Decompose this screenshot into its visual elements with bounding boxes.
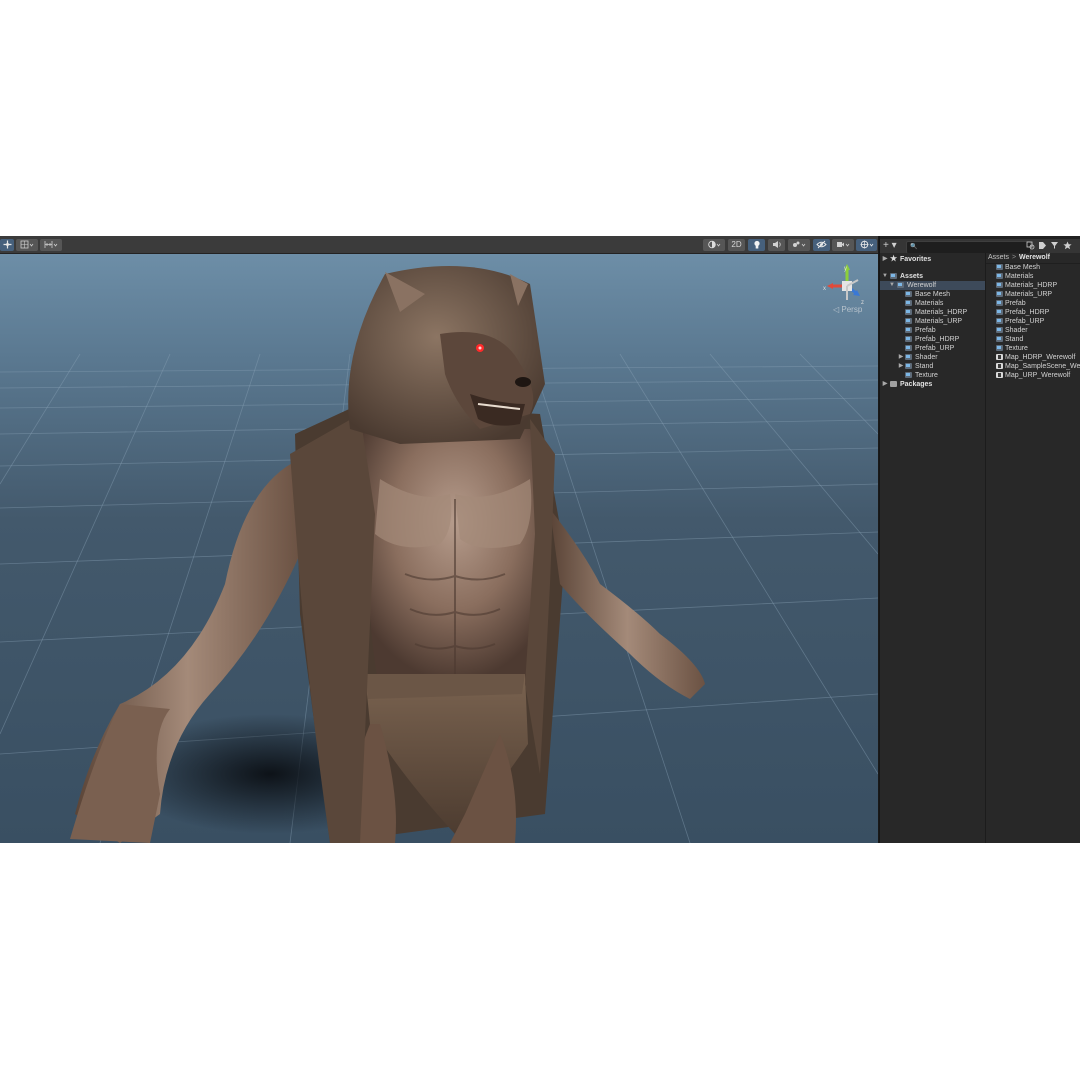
list-item[interactable]: Shader — [986, 326, 1080, 335]
scene-toolbar: 2D — [0, 236, 878, 254]
tree-item[interactable]: Materials_URP — [880, 317, 985, 326]
tree-item[interactable]: Prefab — [880, 326, 985, 335]
search-by-label-icon[interactable] — [1037, 241, 1047, 251]
folder-icon — [996, 291, 1003, 297]
collapse-arrow-icon[interactable]: ▼ — [889, 281, 895, 290]
folder-icon — [905, 354, 912, 360]
folder-icon — [905, 363, 912, 369]
projection-toggle[interactable]: ◁ Persp — [833, 305, 862, 314]
unity-editor: 2D y x z ◁ Persp + ▾ 🔍 ▶ ★ Favorites ▼ A… — [0, 236, 1080, 843]
folder-icon — [905, 300, 912, 306]
tree-item[interactable]: Texture — [880, 371, 985, 380]
asset-content-list: Assets > Werewolf Base Mesh Materials Ma… — [986, 253, 1080, 843]
folder-icon — [905, 345, 912, 351]
list-item[interactable]: Materials — [986, 272, 1080, 281]
list-item[interactable]: Prefab_URP — [986, 317, 1080, 326]
folder-icon — [905, 327, 912, 333]
expand-arrow-icon[interactable]: ▶ — [882, 380, 888, 389]
grid-snap-icon[interactable] — [16, 239, 38, 251]
folder-icon — [890, 381, 897, 387]
gizmo-x-label: x — [823, 286, 826, 292]
unity-scene-icon — [996, 363, 1003, 369]
folder-icon — [996, 264, 1003, 270]
tree-item[interactable]: Materials_HDRP — [880, 308, 985, 317]
folder-icon — [996, 282, 1003, 288]
folder-tree: ▶ ★ Favorites ▼ Assets ▼ Werewolf Base M… — [880, 253, 986, 843]
folder-icon — [996, 327, 1003, 333]
folder-icon — [996, 300, 1003, 306]
tool-handle-icon[interactable] — [0, 239, 14, 251]
tree-item[interactable]: ▶ Shader — [880, 353, 985, 362]
list-item[interactable]: Stand — [986, 335, 1080, 344]
list-item[interactable]: Prefab — [986, 299, 1080, 308]
breadcrumb-assets[interactable]: Assets — [988, 253, 1009, 263]
folder-icon — [996, 318, 1003, 324]
list-item[interactable]: Prefab_HDRP — [986, 308, 1080, 317]
shading-mode-icon[interactable] — [703, 239, 725, 251]
expand-arrow-icon[interactable]: ▶ — [882, 255, 888, 264]
folder-icon — [996, 273, 1003, 279]
folder-icon — [897, 282, 904, 288]
tree-werewolf[interactable]: ▼ Werewolf — [880, 281, 985, 290]
list-item[interactable]: Map_URP_Werewolf — [986, 371, 1080, 380]
expand-arrow-icon[interactable]: ▶ — [898, 353, 904, 362]
list-item[interactable]: Texture — [986, 344, 1080, 353]
folder-icon — [996, 309, 1003, 315]
list-item[interactable]: Map_HDRP_Werewolf — [986, 353, 1080, 362]
expand-arrow-icon[interactable]: ▶ — [898, 362, 904, 371]
audio-speaker-icon[interactable] — [768, 239, 785, 251]
folder-icon — [905, 336, 912, 342]
folder-icon — [890, 273, 897, 279]
tree-favorites[interactable]: ▶ ★ Favorites — [880, 255, 985, 264]
increment-snap-icon[interactable] — [40, 239, 62, 251]
tree-packages[interactable]: ▶ Packages — [880, 380, 985, 389]
tree-item[interactable]: Materials — [880, 299, 985, 308]
hidden-eye-icon[interactable] — [813, 239, 830, 251]
collapse-arrow-icon[interactable]: ▼ — [882, 272, 888, 281]
star-icon: ★ — [890, 254, 898, 263]
effects-icon[interactable] — [788, 239, 810, 251]
tree-item[interactable]: Prefab_URP — [880, 344, 985, 353]
scene-camera-icon[interactable] — [832, 239, 854, 251]
project-toolbar: + ▾ — [880, 239, 1080, 254]
list-item[interactable]: Materials_HDRP — [986, 281, 1080, 290]
breadcrumb-werewolf[interactable]: Werewolf — [1019, 253, 1050, 263]
folder-icon — [905, 372, 912, 378]
scene-viewport[interactable] — [0, 254, 878, 843]
filter-icon[interactable] — [1049, 241, 1059, 251]
unity-scene-icon — [996, 372, 1003, 378]
light-bulb-icon[interactable] — [748, 239, 765, 251]
folder-icon — [905, 309, 912, 315]
project-panel: + ▾ ▶ ★ Favorites ▼ — [879, 236, 1080, 843]
tree-item[interactable]: Base Mesh — [880, 290, 985, 299]
search-by-type-icon[interactable] — [1025, 241, 1035, 251]
add-asset-button[interactable]: + ▾ — [883, 240, 897, 252]
tree-assets[interactable]: ▼ Assets — [880, 272, 985, 281]
tree-item[interactable]: Prefab_HDRP — [880, 335, 985, 344]
folder-icon — [996, 345, 1003, 351]
folder-icon — [996, 336, 1003, 342]
gizmo-y-label: y — [844, 266, 847, 272]
gizmos-icon[interactable] — [856, 239, 877, 251]
orientation-gizmo[interactable]: y x z — [820, 262, 870, 308]
scene-view: 2D y x z ◁ Persp — [0, 236, 878, 843]
list-item[interactable]: Base Mesh — [986, 263, 1080, 272]
favorite-star-icon[interactable] — [1062, 241, 1072, 251]
folder-icon — [905, 318, 912, 324]
tree-item[interactable]: ▶ Stand — [880, 362, 985, 371]
unity-scene-icon — [996, 354, 1003, 360]
list-item[interactable]: Materials_URP — [986, 290, 1080, 299]
mode-2d-button[interactable]: 2D — [728, 239, 745, 251]
folder-icon — [905, 291, 912, 297]
breadcrumb-separator: > — [1012, 254, 1017, 261]
list-item[interactable]: Map_SampleScene_Werewolf — [986, 362, 1080, 371]
